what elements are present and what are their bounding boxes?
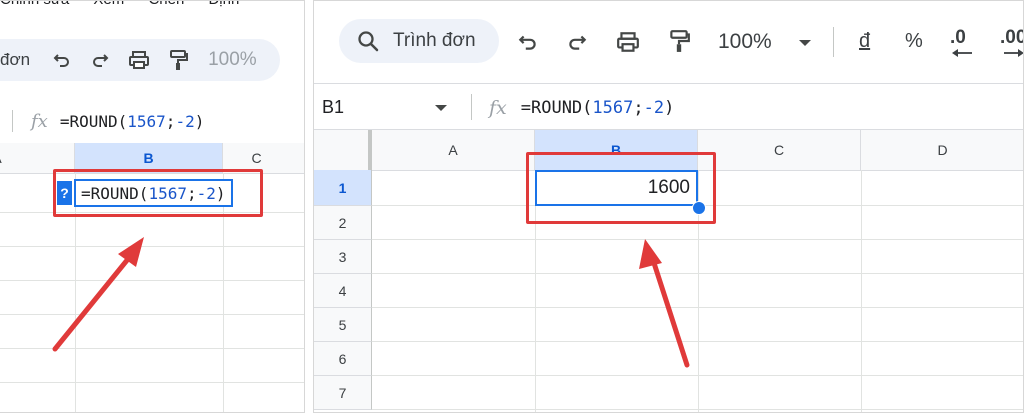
annotation-arrow-right [639,239,690,368]
right-screenshot-panel: Trình đơn 100% đ % .0 .00 B1 fx =ROUND(1… [313,0,1024,413]
left-screenshot-panel: Chỉnh sửa Xem Chèn Định đơn 100% fx =ROU… [0,0,305,413]
annotation-arrow-left [52,237,144,352]
